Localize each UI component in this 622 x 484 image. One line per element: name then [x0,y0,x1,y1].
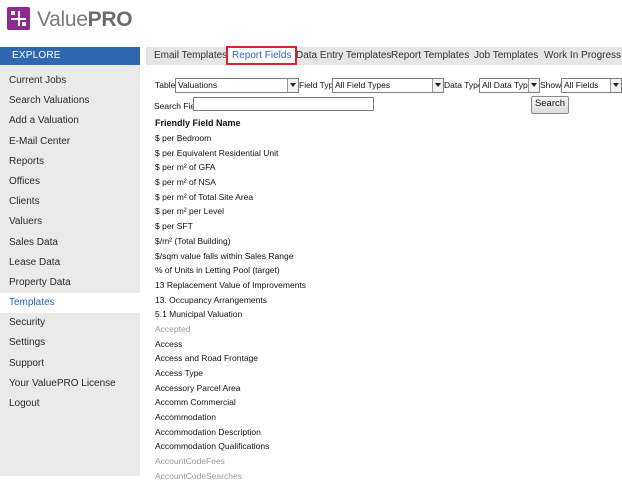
sidebar-header: EXPLORE [0,47,140,65]
list-item[interactable]: $ per m² of GFA [155,160,615,175]
sidebar-item-lease-data[interactable]: Lease Data [0,253,140,273]
sidebar-item-logout[interactable]: Logout [0,394,140,414]
table-select-value: Valuations [178,80,218,90]
field-type-select[interactable]: All Field Types [332,78,444,93]
app-header: ValuePRO [0,0,622,44]
tab-bar: Email Templates Report Fields Data Entry T… [146,46,622,65]
list-item[interactable]: 13 Replacement Value of Improvements [155,278,615,293]
list-item[interactable]: $/m² (Total Building) [155,234,615,249]
list-item[interactable]: $ per m² per Level [155,204,615,219]
sidebar-item-sales-data[interactable]: Sales Data [0,233,140,253]
list-item[interactable]: Access [155,337,615,352]
list-item[interactable]: Accommodation [155,410,615,425]
sidebar-item-add-valuation[interactable]: Add a Valuation [0,111,140,131]
sidebar-item-reports[interactable]: Reports [0,152,140,172]
list-item[interactable]: $ per m² of Total Site Area [155,190,615,205]
tab-report-templates[interactable]: Report Templates [391,47,469,65]
list-column-header: Friendly Field Name [155,118,241,128]
sidebar-item-property-data[interactable]: Property Data [0,273,140,293]
app-logo: ValuePRO [37,8,133,31]
filter-row: Table: Valuations Field Type: All Field … [154,78,622,94]
valuepro-cross-icon [7,7,30,30]
list-item[interactable]: Accommodation Qualifications [155,439,615,454]
list-item[interactable]: $ per Bedroom [155,131,615,146]
show-select-value: All Fields [564,80,599,90]
list-item[interactable]: Accessory Parcel Area [155,381,615,396]
list-item[interactable]: $ per SFT [155,219,615,234]
tab-data-entry-templates[interactable]: Data Entry Templates [296,47,391,65]
sidebar-item-security[interactable]: Security [0,313,140,333]
sidebar-item-valuers[interactable]: Valuers [0,212,140,232]
tab-report-fields[interactable]: Report Fields [226,46,298,65]
sidebar-item-clients[interactable]: Clients [0,192,140,212]
sidebar-item-offices[interactable]: Offices [0,172,140,192]
sidebar-item-settings[interactable]: Settings [0,333,140,353]
tab-job-templates[interactable]: Job Templates [474,47,538,65]
search-field-input[interactable] [193,97,374,111]
search-button[interactable]: Search [531,96,569,114]
chevron-down-icon [528,79,539,92]
field-type-select-value: All Field Types [335,80,391,90]
list-item[interactable]: Access and Road Frontage [155,351,615,366]
list-item[interactable]: AccountCodeFees [155,454,615,469]
sidebar-item-templates[interactable]: Templates [0,293,140,314]
list-item[interactable]: $ per m² of NSA [155,175,615,190]
tab-email-templates[interactable]: Email Templates [154,47,227,65]
sidebar-item-support[interactable]: Support [0,354,140,374]
sidebar-item-email-center[interactable]: E-Mail Center [0,132,140,152]
list-item[interactable]: Access Type [155,366,615,381]
list-item[interactable]: Accommodation Description [155,425,615,440]
list-item[interactable]: Accomm Commercial [155,395,615,410]
sidebar-item-current-jobs[interactable]: Current Jobs [0,71,140,91]
sidebar-item-license[interactable]: Your ValuePRO License [0,374,140,394]
search-row: Search Field: Search [154,96,622,114]
list-item[interactable]: 13. Occupancy Arrangements [155,293,615,308]
sidebar-item-search-valuations[interactable]: Search Valuations [0,91,140,111]
table-select[interactable]: Valuations [175,78,299,93]
chevron-down-icon [610,79,621,92]
list-item[interactable]: $ per Equivalent Residential Unit [155,146,615,161]
chevron-down-icon [287,79,298,92]
list-item[interactable]: % of Units in Letting Pool (target) [155,263,615,278]
tab-work-in-progress[interactable]: Work In Progress [544,47,621,65]
chevron-down-icon [432,79,443,92]
list-item[interactable]: Accepted [155,322,615,337]
show-select[interactable]: All Fields [561,78,622,93]
sidebar-nav: Current Jobs Search Valuations Add a Valua… [0,71,140,414]
list-item[interactable]: $/sqm value falls within Sales Range [155,249,615,264]
list-item[interactable]: 5.1 Municipal Valuation [155,307,615,322]
data-type-select[interactable]: All Data Types [479,78,540,93]
field-list: $ per Bedroom $ per Equivalent Residentia… [155,131,615,484]
list-item[interactable]: AccountCodeSearches [155,469,615,484]
sidebar: EXPLORE Current Jobs Search Valuations Add… [0,47,140,476]
